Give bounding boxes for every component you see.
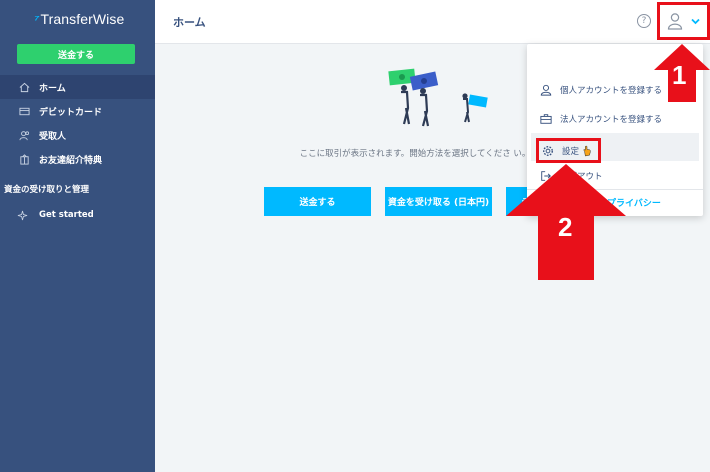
briefcase-icon <box>539 112 553 126</box>
settings-menu-item[interactable]: 設定 <box>536 138 602 163</box>
user-icon <box>667 13 683 30</box>
top-header: ホーム ? <box>155 0 710 44</box>
gear-icon <box>541 144 555 158</box>
help-icon[interactable]: ? <box>637 14 651 28</box>
sidebar-item-home[interactable]: ホーム <box>0 75 155 99</box>
sidebar-item-label: デビットカード <box>39 107 103 118</box>
sidebar-item-get-started[interactable]: Get started <box>0 204 155 226</box>
sidebar: ⁷TransferWise 送金する ホーム デビットカード 受取人 お友達紹介… <box>0 0 155 472</box>
account-menu-button[interactable] <box>657 2 710 40</box>
hand-cursor-icon <box>582 145 592 157</box>
sidebar-item-referral[interactable]: お友達紹介特典 <box>0 147 155 171</box>
recipients-icon <box>17 129 31 141</box>
empty-state-text: ここに取引が表示されます。開始方法を選択してくださ い。 <box>299 149 531 159</box>
receive-funds-button[interactable]: 資金を受け取る (日本円) <box>385 187 492 216</box>
chevron-down-icon <box>691 18 700 24</box>
sidebar-nav: ホーム デビットカード 受取人 お友達紹介特典 <box>0 75 155 171</box>
person-icon <box>539 83 553 97</box>
send-button[interactable]: 送金する <box>264 187 371 216</box>
send-money-button[interactable]: 送金する <box>17 44 135 64</box>
page-title: ホーム <box>173 16 206 29</box>
sidebar-item-recipients[interactable]: 受取人 <box>0 123 155 147</box>
section-title: 資金の受け取りと管理 <box>4 185 90 195</box>
sparkle-icon <box>17 210 31 221</box>
home-icon <box>17 81 31 93</box>
empty-state-illustration <box>388 68 488 127</box>
sidebar-item-debit-card[interactable]: デビットカード <box>0 99 155 123</box>
sidebar-item-label: ホーム <box>39 83 66 94</box>
sidebar-item-label: お友達紹介特典 <box>39 155 103 166</box>
register-personal-account[interactable]: 個人アカウントを登録する <box>539 83 662 97</box>
card-icon <box>17 105 31 117</box>
transferwise-logo[interactable]: ⁷TransferWise <box>34 11 124 27</box>
register-business-account[interactable]: 法人アカウントを登録する <box>539 112 662 126</box>
gift-icon <box>17 153 31 165</box>
sidebar-item-label: 受取人 <box>39 131 67 142</box>
annotation-step-1: 1 <box>672 60 687 90</box>
annotation-step-2: 2 <box>558 212 573 242</box>
